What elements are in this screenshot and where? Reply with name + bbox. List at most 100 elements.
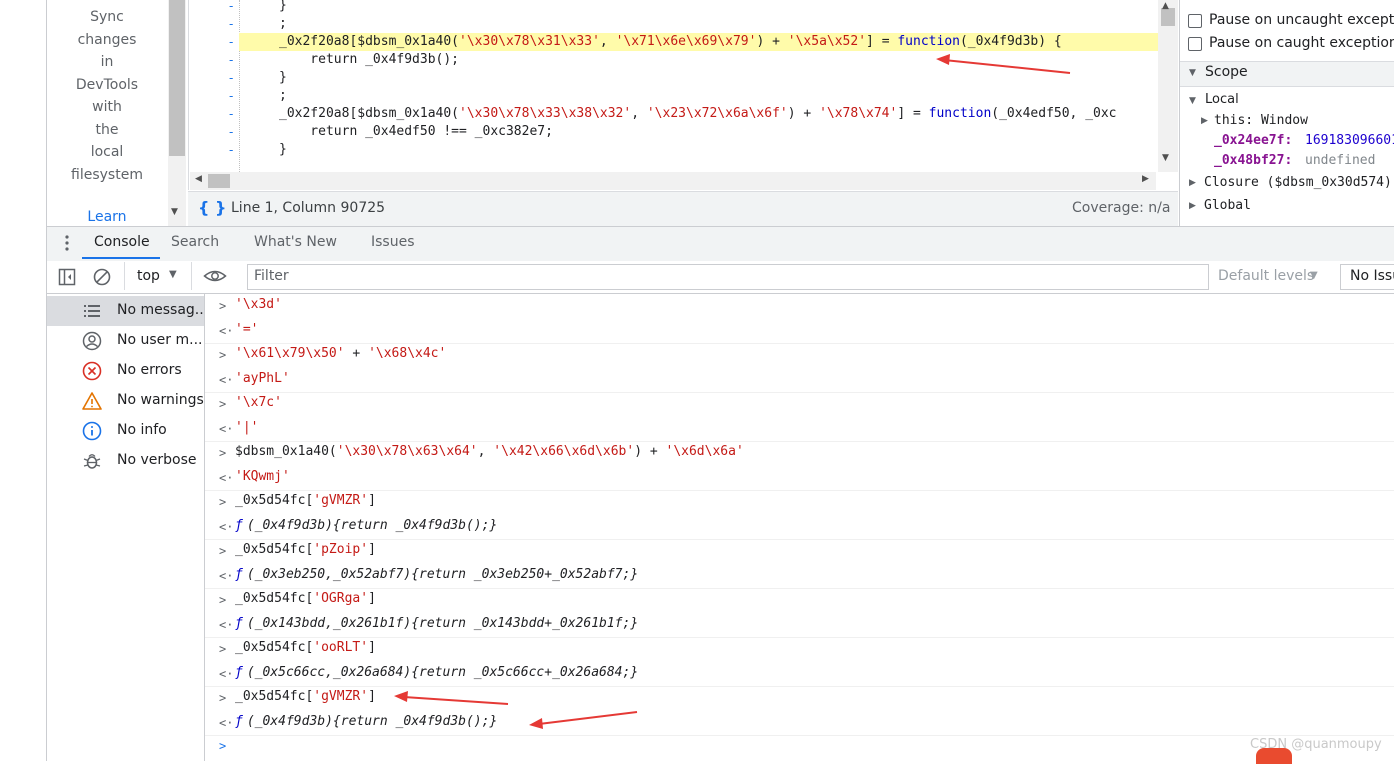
scroll-left-arrow-icon[interactable]: ◀ [195,174,202,184]
list-icon [84,305,100,317]
sidebar-item-label: No errors [117,362,182,378]
pause-uncaught-checkbox[interactable] [1188,14,1202,28]
console-text: '\x3d' [235,297,282,312]
sidebar-item-user-messages[interactable]: No user m... [82,326,202,356]
console-input-row[interactable]: > '\x61\x79\x50' + '\x68\x4c' [205,343,1394,367]
console-result-row[interactable]: <· '|' [205,417,1394,442]
code-line[interactable]: _0x2f20a8[$dbsm_0x1a40('\x30\x78\x33\x38… [279,105,1117,123]
chevron-down-icon[interactable]: ▼ [1310,270,1318,281]
sidebar-item-warnings[interactable]: No warnings [82,386,204,416]
input-chevron-icon: > [219,446,227,460]
tab-console[interactable]: Console [94,234,150,250]
scope-this[interactable]: this: Window [1214,113,1308,128]
code-line[interactable]: _0x2f20a8[$dbsm_0x1a40('\x30\x78\x31\x33… [279,33,1062,51]
console-text: _0x5d54fc['pZoip'] [235,542,376,557]
editor-horizontal-scrollbar[interactable] [190,172,1156,190]
scope-local[interactable]: Local [1205,92,1239,107]
console-text: _0x5d54fc['OGRga'] [235,591,376,606]
sidebar-item-messages[interactable]: No messag... [82,296,208,326]
collapsed-triangle-icon[interactable]: ▶ [1189,201,1196,211]
console-result-row[interactable]: <· ƒ (_0x143bdd,_0x261b1f){return _0x143bd… [205,613,1394,638]
result-arrow-icon: <· [219,421,234,436]
left-edge-panel [0,0,47,761]
console-output[interactable]: > '\x3d' <· '=' > '\x61\x79\x50' + '\x68\x4c'… [205,294,1394,761]
console-text: $dbsm_0x1a40('\x30\x78\x63\x64', '\x42\x… [235,444,744,459]
gutter-marker: - [229,89,234,103]
code-line[interactable]: return _0x4f9d3b(); [279,51,459,69]
learn-more-link[interactable]: Learn [52,209,162,225]
console-input-row[interactable]: > _0x5d54fc['gVMZR'] [205,686,1394,710]
scroll-down-arrow-icon[interactable]: ▼ [1162,153,1169,163]
collapsed-triangle-icon[interactable]: ▶ [1189,178,1196,188]
chevron-down-icon[interactable]: ▼ [169,269,177,280]
code-line[interactable]: ; [279,87,287,105]
result-arrow-icon: <· [219,470,234,485]
filter-placeholder: Filter [254,268,289,284]
console-input-row[interactable]: > _0x5d54fc['gVMZR'] [205,490,1394,514]
sidebar-item-info[interactable]: No info [82,416,202,446]
collapsed-triangle-icon[interactable]: ▶ [1201,116,1208,126]
editor-horizontal-scroll-thumb[interactable] [208,174,230,188]
sidebar-item-label: No warnings [117,392,204,408]
context-selector[interactable]: top [137,268,160,284]
filter-input[interactable] [247,264,1209,290]
input-chevron-icon: > [219,642,227,656]
gutter-marker: - [229,17,234,31]
sidebar-item-label: No info [117,422,167,438]
code-line[interactable]: } [279,69,287,87]
console-result-row[interactable]: <· ƒ (_0x4f9d3b){return _0x4f9d3b();} [205,711,1394,736]
console-result-row[interactable]: <·'ayPhL' [205,368,1394,393]
result-arrow-icon: <· [219,666,234,681]
warning-icon [82,392,102,410]
result-arrow-icon: <· [219,715,234,730]
scroll-down-arrow-icon[interactable]: ▼ [171,207,178,217]
console-text: ƒ (_0x4f9d3b){return _0x4f9d3b();} [235,713,498,729]
console-result-row[interactable]: <· ƒ (_0x5c66cc,_0x26a684){return _0x5c66c… [205,662,1394,687]
scope-var-value: 1691830966019 [1305,133,1394,148]
sidebar-toggle-icon[interactable] [58,268,76,286]
sidebar-item-label: No user m... [117,332,203,348]
console-result-row[interactable]: <· ƒ (_0x4f9d3b){return _0x4f9d3b();} [205,515,1394,540]
pause-caught-label: Pause on caught exceptions [1209,35,1394,51]
live-expression-eye-icon[interactable] [203,268,227,284]
scope-closure[interactable]: Closure ($dbsm_0x30d574) [1204,175,1392,190]
clear-console-icon[interactable] [92,267,112,287]
navigator-scroll-thumb[interactable] [169,0,185,156]
input-chevron-icon: > [219,348,227,362]
input-chevron-icon: > [219,593,227,607]
code-line[interactable]: } [279,0,287,15]
sidebar-item-label: No verbose [117,452,197,468]
scroll-right-arrow-icon[interactable]: ▶ [1142,174,1149,184]
sidebar-item-verbose[interactable]: No verbose [82,446,202,476]
code-line[interactable]: return _0x4edf50 !== _0xc382e7; [279,123,553,141]
tab-search[interactable]: Search [171,234,219,250]
expanded-triangle-icon[interactable]: ▼ [1189,96,1196,106]
console-input-row[interactable]: > '\x7c' [205,392,1394,416]
scroll-up-arrow-icon[interactable]: ▲ [1162,1,1169,11]
source-code-editor[interactable]: -} -; - _0x2f20a8[$dbsm_0x1a40('\x30\x78\x3… [188,0,1179,190]
gutter-marker: - [229,71,234,85]
log-levels-dropdown[interactable]: Default levels [1218,268,1314,284]
console-text: ƒ (_0x5c66cc,_0x26a684){return _0x5c66cc+… [235,664,639,680]
error-icon [82,361,102,381]
tab-whats-new[interactable]: What's New [254,234,337,250]
pretty-print-button[interactable]: { } [198,198,226,217]
input-chevron-icon: > [219,495,227,509]
expanded-triangle-icon[interactable]: ▼ [1189,68,1196,78]
console-input-row[interactable]: > _0x5d54fc['OGRga'] [205,588,1394,612]
console-result-row[interactable]: <· 'KQwmj' [205,466,1394,491]
code-line[interactable]: ; [279,15,287,33]
pause-caught-checkbox[interactable] [1188,37,1202,51]
console-result-row[interactable]: <· ƒ (_0x3eb250,_0x52abf7){return _0x3eb25… [205,564,1394,589]
console-input-row[interactable]: > $dbsm_0x1a40('\x30\x78\x63\x64', '\x42\… [205,441,1394,465]
code-line[interactable]: } [279,141,287,159]
console-input-row[interactable]: > _0x5d54fc['pZoip'] [205,539,1394,563]
more-tabs-icon[interactable] [60,234,74,252]
console-input-row[interactable]: > '\x3d' [205,294,1394,318]
console-input-row[interactable]: > _0x5d54fc['ooRLT'] [205,637,1394,661]
sidebar-item-errors[interactable]: No errors [82,356,202,386]
console-result-row[interactable]: <· '=' [205,319,1394,344]
tab-issues[interactable]: Issues [371,234,415,250]
console-prompt-icon[interactable]: > [219,739,226,753]
scope-global[interactable]: Global [1204,198,1251,213]
